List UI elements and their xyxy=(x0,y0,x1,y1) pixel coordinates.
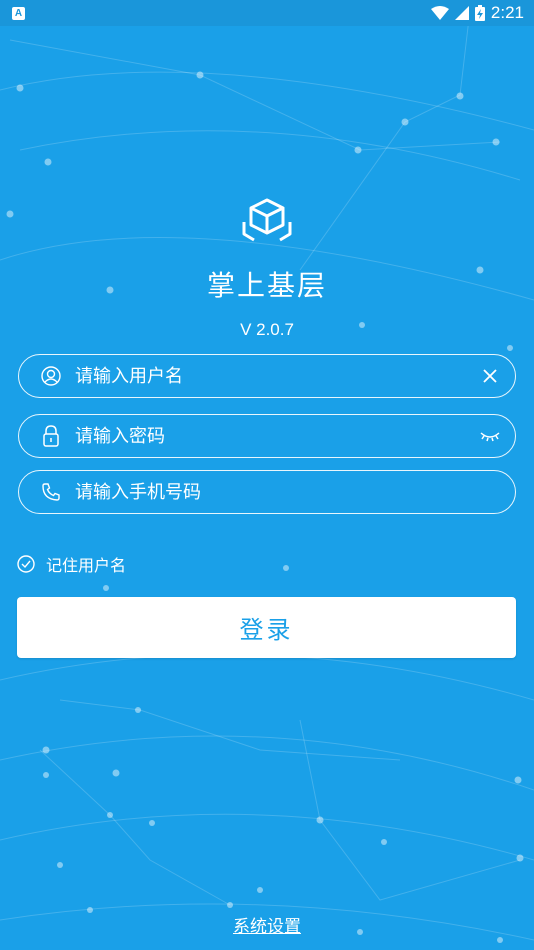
app-version: V 2.0.7 xyxy=(240,320,294,339)
phone-field[interactable] xyxy=(18,470,516,514)
username-input[interactable] xyxy=(75,355,479,397)
signal-icon xyxy=(454,6,469,20)
clear-icon[interactable] xyxy=(479,365,501,387)
app-title: 掌上基层 xyxy=(206,269,327,302)
remember-checkbox[interactable] xyxy=(16,554,36,574)
wifi-icon xyxy=(430,6,449,20)
status-time: 2:21 xyxy=(490,3,524,22)
phone-icon xyxy=(41,482,61,502)
status-bar: A 2:21 xyxy=(0,0,534,26)
app-notification-icon: A xyxy=(12,6,25,20)
remember-username[interactable]: 记住用户名 xyxy=(16,552,126,576)
eye-closed-icon[interactable] xyxy=(479,425,501,447)
system-settings-link[interactable]: 系统设置 xyxy=(0,912,534,937)
remember-label: 记住用户名 xyxy=(46,556,127,575)
password-field[interactable] xyxy=(18,414,516,458)
phone-input[interactable] xyxy=(75,471,501,513)
user-icon xyxy=(41,366,61,386)
password-input[interactable] xyxy=(75,415,479,457)
cube-logo-icon xyxy=(242,198,292,242)
battery-charging-icon xyxy=(474,5,485,21)
username-field[interactable] xyxy=(18,354,516,398)
lock-icon xyxy=(41,425,61,447)
login-button[interactable]: 登录 xyxy=(17,597,516,658)
